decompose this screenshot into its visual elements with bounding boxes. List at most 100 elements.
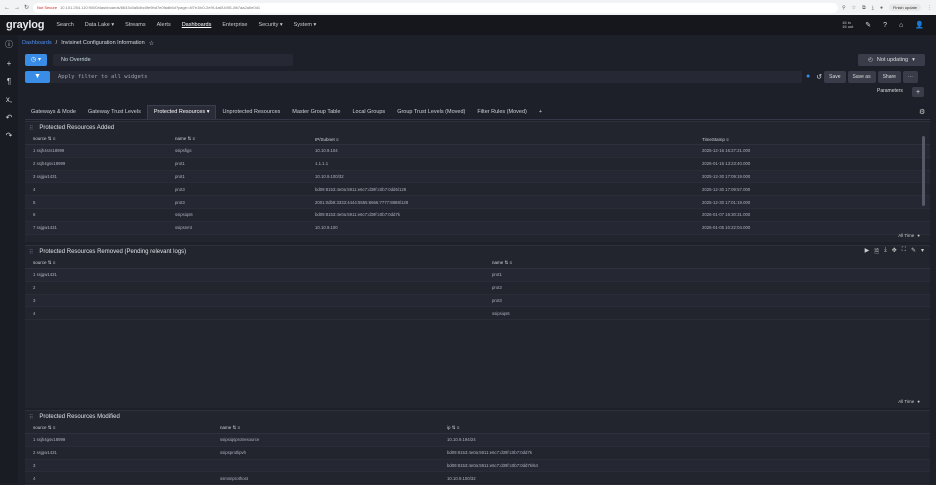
info-circle-icon[interactable]: ●: [806, 73, 810, 81]
finish-update-button[interactable]: Finish update: [888, 4, 921, 11]
top-navbar: graylog Search Data Lake ▾ Streams Alert…: [0, 15, 936, 35]
tab-gateways-mode[interactable]: Gateways & Mode: [25, 109, 82, 119]
nav-data-lake[interactable]: Data Lake ▾: [85, 22, 114, 28]
table-row: 1 ssjh4gsv18999 ssipsiqsprotresource 10.…: [25, 434, 930, 447]
profile-icon[interactable]: ●: [880, 5, 883, 11]
tab-gateway-trust-levels[interactable]: Gateway Trust Levels: [82, 109, 147, 119]
address-bar[interactable]: Not Secure 10.101.254.110:9000/dashboard…: [33, 2, 838, 13]
back-icon[interactable]: ←: [4, 5, 10, 11]
table-row: 3 bd09:8153:4e0a:5911:e6c7:d39f:c0b7:0dd…: [25, 459, 930, 473]
extensions-icon[interactable]: ⧉: [862, 5, 866, 11]
search-icon[interactable]: ⚲: [842, 5, 846, 11]
download-icon[interactable]: ⤓: [884, 247, 887, 257]
user-icon[interactable]: 👤: [915, 21, 924, 29]
drag-handle-icon[interactable]: ⠿: [29, 249, 33, 256]
scrollbar[interactable]: [922, 136, 925, 206]
tab-protected-resources[interactable]: Protected Resources ▾: [146, 105, 217, 119]
tab-master-group-table[interactable]: Master Group Table: [286, 109, 346, 119]
tab-local-groups[interactable]: Local Groups: [346, 109, 391, 119]
gear-icon[interactable]: ⚙: [919, 108, 925, 116]
col-name[interactable]: name ⇅ ≡: [492, 260, 892, 266]
table-row: 2 ssjgw1431 ssipsprotlipvh bd09:8153:4e0…: [25, 447, 930, 460]
plus-icon[interactable]: +: [7, 59, 12, 68]
save-button[interactable]: Save: [824, 70, 846, 83]
filter-icon[interactable]: ▼: [25, 70, 50, 83]
col-timestamp[interactable]: TimeStamp ≡: [702, 137, 902, 142]
drag-handle-icon[interactable]: ⠿: [29, 414, 33, 421]
widget-title: Protected Resources Removed (Pending rel…: [39, 249, 187, 255]
drag-handle-icon[interactable]: ⠿: [29, 125, 33, 132]
home-icon[interactable]: ⌂: [899, 22, 903, 29]
query-row: ◷ ▾ No Override ◴ Not updating ▾: [25, 53, 925, 66]
favorite-star-icon[interactable]: ☆: [149, 40, 154, 47]
add-tab-button[interactable]: +: [533, 109, 548, 119]
widget-protected-resources-modified: ⠿ Protected Resources Modified source ⇅ …: [25, 410, 930, 485]
table-row: 1 ssjgw1431 prot1: [25, 269, 930, 282]
info-icon[interactable]: ⓘ: [5, 39, 13, 50]
save-as-button[interactable]: Save as: [847, 70, 876, 83]
nav-search[interactable]: Search: [56, 22, 73, 28]
notifications-icon[interactable]: ✎: [865, 21, 871, 29]
clock-icon: ◷: [31, 57, 37, 63]
graylog-logo[interactable]: graylog: [6, 19, 45, 31]
redo-icon[interactable]: ↷: [6, 131, 13, 140]
share-button[interactable]: Share: [877, 70, 901, 83]
nav-streams[interactable]: Streams: [125, 22, 145, 28]
play-icon[interactable]: ▶: [865, 247, 870, 257]
widget-title: Protected Resources Modified: [39, 414, 120, 420]
col-name[interactable]: name ⇅ ≡: [220, 425, 447, 431]
tab-group-trust-levels[interactable]: Group Trust Levels (Moved): [391, 109, 471, 119]
col-source[interactable]: source ⇅ ≡: [25, 260, 492, 266]
table-row: 4 ssmsnprothost 10.10.9.100/32: [25, 472, 930, 485]
refresh-dropdown[interactable]: ◴ Not updating ▾: [858, 53, 925, 66]
forward-icon[interactable]: →: [14, 5, 20, 11]
edit-icon[interactable]: ✎: [911, 247, 916, 257]
undo-icon[interactable]: ↶: [6, 113, 13, 122]
x-icon[interactable]: x,: [6, 95, 12, 104]
add-parameter-button[interactable]: +: [912, 87, 924, 97]
col-ip[interactable]: ip ⇅ ≡: [447, 425, 847, 431]
url-text: 10.101.254.110:9000/dashboards/6643c0a5d…: [60, 5, 261, 10]
more-actions-button[interactable]: ···: [902, 70, 918, 83]
nav-alerts[interactable]: Alerts: [157, 22, 171, 28]
table-row: 7 ssjgw1431 ssipsnmt 10.10.9.100 2026-01…: [25, 221, 930, 235]
throughput-indicator[interactable]: 16 in 16 out: [842, 21, 853, 29]
chevron-down-icon[interactable]: ▾: [921, 247, 924, 257]
col-source[interactable]: source ⇅ ≡: [25, 136, 175, 142]
table-body: 1 ssjh4srs18999 ssipsfigs 10.10.9.104 20…: [25, 145, 930, 235]
download-icon[interactable]: ⤓: [872, 5, 874, 11]
paragraph-icon[interactable]: ¶: [7, 77, 11, 86]
nav-system[interactable]: System ▾: [294, 22, 317, 28]
dashboard-tabs: Gateways & Mode Gateway Trust Levels Pro…: [25, 105, 930, 120]
time-range-button[interactable]: ◷ ▾: [25, 53, 47, 66]
menu-icon[interactable]: ⋮: [927, 5, 932, 11]
refresh-icon: ◴: [868, 56, 873, 63]
move-icon[interactable]: ✥: [892, 247, 897, 257]
col-name[interactable]: name ⇅ ≡: [175, 136, 315, 142]
info-icon[interactable]: ●: [917, 399, 920, 404]
nav-security[interactable]: Security ▾: [258, 22, 282, 28]
expand-icon[interactable]: ⛶: [902, 247, 906, 257]
nav-dashboards[interactable]: Dashboards: [182, 22, 212, 28]
info-icon[interactable]: ●: [917, 233, 920, 238]
filter-input[interactable]: Apply filter to all widgets: [50, 70, 802, 83]
breadcrumb-dashboards[interactable]: Dashboards: [22, 40, 52, 46]
help-icon[interactable]: ?: [883, 22, 887, 29]
widget-protected-resources-added: ⠿ Protected Resources Added source ⇅ ≡ n…: [25, 121, 930, 242]
tab-unprotected-resources[interactable]: Unprotected Resources: [216, 109, 286, 119]
document-icon[interactable]: 🗎: [874, 247, 879, 257]
history-icon[interactable]: ↺: [816, 73, 822, 81]
table-row: 6 ssipsiqs6 bd09:8153:4e0a:5911:e6c7:d39…: [25, 209, 930, 222]
timerange-override-field[interactable]: No Override: [53, 53, 293, 66]
security-badge: Not Secure: [37, 5, 58, 10]
col-ip-subnet[interactable]: IP/Subnet ≡: [315, 137, 702, 142]
star-icon[interactable]: ☆: [852, 5, 856, 11]
table-row: 3 prot3: [25, 294, 930, 308]
nav-enterprise[interactable]: Enterprise: [222, 22, 247, 28]
col-source[interactable]: source ⇅ ≡: [25, 425, 220, 431]
table-row: 2 prot3: [25, 282, 930, 295]
table-row: 5 prot3 2001:0db8:3333:4444:5555:6666:77…: [25, 196, 930, 209]
tab-filter-rules[interactable]: Filter Rules (Moved): [471, 109, 533, 119]
reload-icon[interactable]: ↻: [24, 4, 29, 11]
time-range-label: All Time ●: [898, 399, 920, 404]
